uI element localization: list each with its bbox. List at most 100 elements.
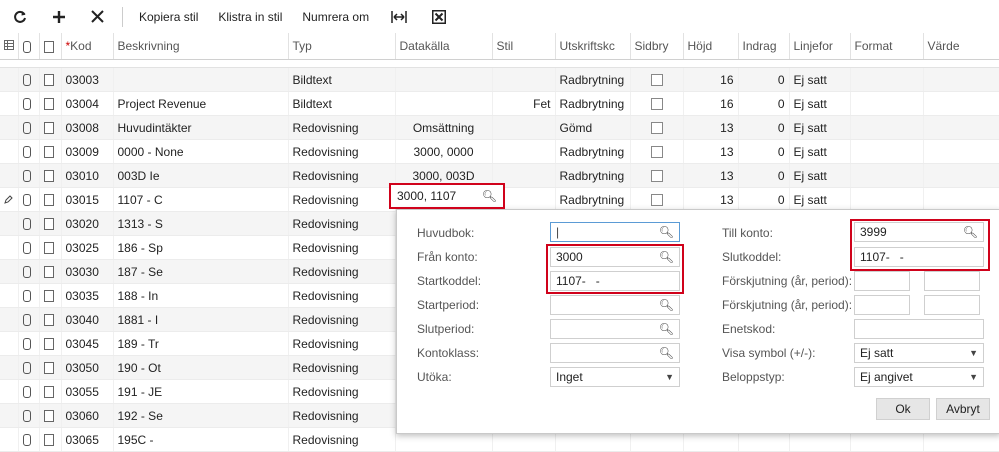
column-header-varde[interactable]: Värde (923, 33, 999, 60)
cell-typ[interactable]: Redovisning (288, 427, 396, 452)
column-header-stil[interactable]: Stil (492, 33, 556, 60)
row-selector[interactable] (0, 331, 19, 356)
row-selector[interactable] (0, 427, 19, 452)
forskjutning-start-year[interactable] (854, 271, 910, 291)
forskjutning-end-period[interactable] (924, 295, 980, 315)
cell-typ[interactable]: Redovisning (288, 307, 396, 332)
cell-beskrivning[interactable]: 186 - Sp (113, 235, 289, 260)
cell-hojd[interactable]: 16 (683, 67, 739, 92)
cell-beskrivning[interactable]: 1881 - I (113, 307, 289, 332)
column-header-kod[interactable]: *Kod (61, 33, 114, 60)
datakalla-cell-editor[interactable]: 3000, 1107 🔍︎ (389, 183, 505, 209)
note-icon[interactable] (39, 283, 62, 308)
cell-format[interactable] (850, 187, 924, 212)
cell-utskriftskod[interactable]: Gömd (555, 115, 631, 140)
startperiod-input[interactable]: 🔍︎ (550, 295, 680, 315)
attachment-icon[interactable] (18, 67, 40, 92)
cell-format[interactable] (850, 115, 924, 140)
cell-beskrivning[interactable]: 187 - Se (113, 259, 289, 284)
row-selector[interactable] (0, 139, 19, 164)
sidbryt-checkbox[interactable] (630, 139, 684, 164)
search-icon[interactable]: 🔍︎ (659, 322, 674, 336)
fran-konto-input[interactable]: 3000 🔍︎ (550, 247, 680, 267)
note-icon[interactable] (39, 91, 62, 116)
cell-typ[interactable]: Redovisning (288, 235, 396, 260)
cell-beskrivning[interactable]: 0000 - None (113, 139, 289, 164)
cell-kod[interactable]: 03050 (61, 355, 114, 380)
attachment-icon[interactable] (18, 259, 40, 284)
cell-kod[interactable]: 03065 (61, 427, 114, 452)
cell-kod[interactable]: 03010 (61, 163, 114, 188)
search-icon[interactable]: 🔍︎ (482, 189, 497, 203)
note-icon[interactable] (39, 403, 62, 428)
search-icon[interactable]: 🔍︎ (659, 225, 674, 239)
table-row[interactable]: 03003 Bildtext Radbrytning 16 0 Ej satt (0, 67, 999, 92)
slutkoddel-input[interactable]: 1107- - (854, 247, 984, 267)
row-selector[interactable] (0, 235, 19, 260)
ok-button[interactable]: Ok (876, 398, 930, 420)
cell-typ[interactable]: Redovisning (288, 283, 396, 308)
forskjutning-start-period[interactable] (924, 271, 980, 291)
attachment-icon[interactable] (18, 115, 40, 140)
cell-typ[interactable]: Bildtext (288, 67, 396, 92)
column-header-linjeform[interactable]: Linjefor (789, 33, 851, 60)
column-header-typ[interactable]: Typ (288, 33, 396, 60)
row-selector[interactable] (0, 355, 19, 380)
cell-varde[interactable] (923, 139, 999, 164)
cell-indrag[interactable]: 0 (738, 163, 790, 188)
huvudbok-input[interactable]: | 🔍︎ (550, 222, 680, 242)
cell-varde[interactable] (923, 115, 999, 140)
cell-varde[interactable] (923, 67, 999, 92)
note-icon[interactable] (39, 187, 62, 212)
cell-linjeform[interactable]: Ej satt (789, 187, 851, 212)
cell-beskrivning[interactable]: 003D Ie (113, 163, 289, 188)
cell-utskriftskod[interactable]: Radbrytning (555, 139, 631, 164)
cell-kod[interactable]: 03015 (61, 187, 114, 212)
search-icon[interactable]: 🔍︎ (659, 346, 674, 360)
row-selector[interactable] (0, 115, 19, 140)
avbryt-button[interactable]: Avbryt (936, 398, 990, 420)
row-selector[interactable] (0, 91, 19, 116)
column-header-hojd[interactable]: Höjd (683, 33, 739, 60)
cell-utskriftskod[interactable]: Radbrytning (555, 91, 631, 116)
sidbryt-checkbox[interactable] (630, 163, 684, 188)
cell-hojd[interactable]: 13 (683, 187, 739, 212)
cell-datakalla[interactable]: 3000, 0000 (395, 139, 493, 164)
cell-stil[interactable]: Fet (492, 91, 556, 116)
row-selector[interactable] (0, 379, 19, 404)
cell-format[interactable] (850, 91, 924, 116)
attachment-icon[interactable] (18, 331, 40, 356)
cell-kod[interactable]: 03008 (61, 115, 114, 140)
attachment-icon[interactable] (18, 403, 40, 428)
note-icon[interactable] (39, 211, 62, 236)
cell-stil[interactable] (492, 67, 556, 92)
cell-hojd[interactable]: 16 (683, 91, 739, 116)
row-selector[interactable] (0, 403, 19, 428)
note-icon[interactable] (39, 259, 62, 284)
note-icon[interactable] (39, 307, 62, 332)
till-konto-input[interactable]: 3999 🔍︎ (854, 222, 984, 242)
cell-varde[interactable] (923, 187, 999, 212)
cell-utskriftskod[interactable]: Radbrytning (555, 187, 631, 212)
column-header-sidbryt[interactable]: Sidbry (630, 33, 684, 60)
enetskod-input[interactable] (854, 319, 984, 339)
attachment-icon[interactable] (18, 235, 40, 260)
cell-kod[interactable]: 03045 (61, 331, 114, 356)
cell-hojd[interactable]: 13 (683, 163, 739, 188)
cell-typ[interactable]: Redovisning (288, 211, 396, 236)
renumber-button[interactable]: Numrera om (292, 0, 379, 33)
note-icon[interactable] (39, 67, 62, 92)
cell-beskrivning[interactable]: 190 - Ot (113, 355, 289, 380)
cell-hojd[interactable]: 13 (683, 115, 739, 140)
row-selector[interactable] (0, 163, 19, 188)
excel-export-icon[interactable] (419, 0, 459, 33)
slutperiod-input[interactable]: 🔍︎ (550, 319, 680, 339)
cell-kod[interactable]: 03025 (61, 235, 114, 260)
cell-beskrivning[interactable]: Huvudintäkter (113, 115, 289, 140)
note-icon[interactable] (39, 139, 62, 164)
attachment-icon[interactable] (18, 355, 40, 380)
sidbryt-checkbox[interactable] (630, 115, 684, 140)
attachment-icon[interactable] (18, 283, 40, 308)
search-icon[interactable]: 🔍︎ (659, 298, 674, 312)
cell-typ[interactable]: Redovisning (288, 355, 396, 380)
